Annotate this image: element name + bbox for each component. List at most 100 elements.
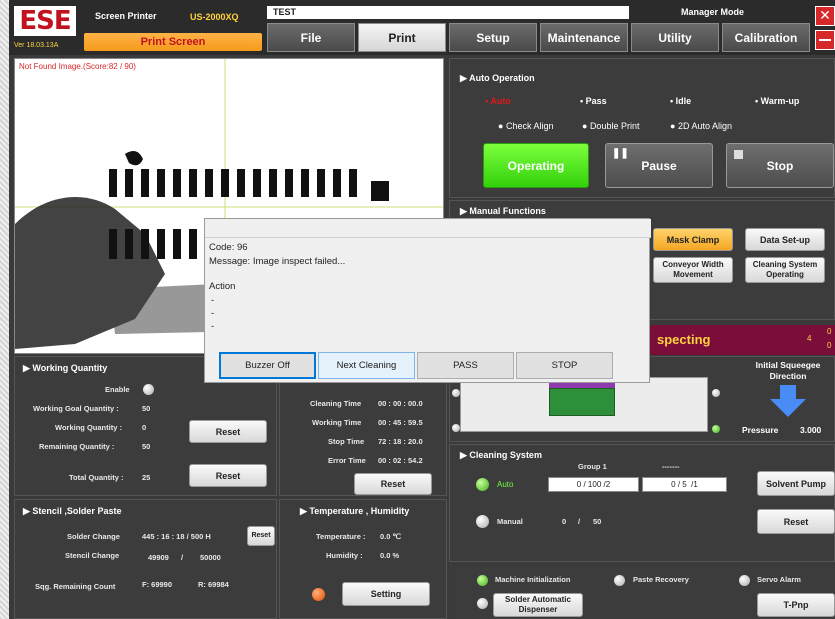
minimize-icon[interactable] (815, 30, 835, 50)
paste-recovery-indicator (614, 575, 625, 586)
goal-label: Working Goal Quantity : (33, 404, 119, 413)
working-label: Working Quantity : (55, 423, 122, 432)
inspecting-bottom: 0 (827, 341, 832, 350)
page-background-left (0, 0, 9, 619)
manual-functions-title: ▶ Manual Functions (460, 206, 546, 216)
working-time-label: Working Time (312, 418, 362, 427)
squeegee-direction-title: Initial Squeegee Direction (755, 360, 821, 381)
dialog-titlebar (205, 219, 651, 238)
board-sensor-left-bottom (452, 424, 460, 432)
setting-button[interactable]: Setting (342, 582, 430, 606)
buzzer-off-button[interactable]: Buzzer Off (219, 352, 316, 379)
auto-radio[interactable] (476, 478, 489, 491)
dialog-stop-button[interactable]: STOP (516, 352, 613, 379)
cleaning-time-value: 00 : 00 : 00.0 (378, 399, 423, 408)
mask-clamp-button[interactable]: Mask Clamp (653, 228, 733, 251)
auto-operation-title: ▶ Auto Operation (460, 73, 535, 83)
dialog-action-label: Action (209, 281, 236, 292)
remaining-label: Remaining Quantity : (39, 442, 115, 451)
dialog-message: Message: Image inspect failed... (209, 256, 346, 267)
temperature-label: Temperature : (316, 532, 366, 541)
time-reset-button[interactable]: Reset (354, 473, 432, 495)
total-reset-button[interactable]: Reset (189, 464, 267, 487)
humidity-label: Humidity : (326, 551, 363, 560)
group2-counter[interactable]: 0 / 5 /1 (642, 477, 727, 492)
cleaning-system-title: ▶ Cleaning System (460, 450, 542, 460)
machine-init-label: Machine Initialization (495, 575, 571, 584)
option-auto[interactable]: • Auto (485, 96, 511, 106)
paste-recovery-label: Paste Recovery (633, 575, 689, 584)
close-icon[interactable]: ✕ (815, 6, 835, 26)
board-preview (460, 377, 708, 432)
pcb-board (549, 388, 615, 416)
board-sensor-right (712, 389, 720, 397)
ese-logo: ESE Ver 18.03.13A (12, 4, 78, 50)
working-time-value: 00 : 45 : 59.5 (378, 418, 423, 427)
servo-alarm-indicator (739, 575, 750, 586)
pass-button[interactable]: PASS (417, 352, 514, 379)
tab-utility[interactable]: Utility (631, 23, 719, 52)
tab-print[interactable]: Print (358, 23, 446, 52)
inspecting-top: 0 (827, 327, 832, 336)
version-label: Ver 18.03.13A (14, 42, 59, 49)
pressure-value: 3.000 (800, 425, 822, 435)
tab-setup[interactable]: Setup (449, 23, 537, 52)
board-sensor-left (452, 389, 460, 397)
2d-auto-align-option[interactable]: ● 2D Auto Align (670, 121, 732, 131)
stencil-change-max: 50000 (200, 553, 221, 562)
job-name: TEST (267, 6, 629, 19)
screen-printer-app: ESE Ver 18.03.13A Screen Printer US-2000… (9, 0, 835, 619)
manual-count: 0 (562, 517, 567, 526)
temperature-panel: ▶ Temperature , Humidity Temperature : 0… (279, 499, 447, 619)
stencil-title: ▶ Stencil ,Solder Paste (23, 506, 122, 516)
board-sensor-right-bottom (712, 425, 720, 433)
dialog-action-line-3: - (211, 321, 215, 332)
solder-dispenser-button[interactable]: Solder Automatic Dispenser (493, 593, 583, 617)
group1-label: Group 1 (578, 462, 607, 471)
error-time-value: 00 : 02 : 54.2 (378, 456, 423, 465)
inspecting-banner: specting 4 0 0 (649, 325, 835, 355)
tab-calibration[interactable]: Calibration (722, 23, 810, 52)
tpnp-button[interactable]: T-Pnp (757, 593, 835, 617)
machine-init-indicator (477, 575, 488, 586)
inspecting-text: specting (657, 332, 711, 347)
operating-button[interactable]: Operating (483, 143, 589, 188)
manual-radio[interactable] (476, 515, 489, 528)
error-time-label: Error Time (328, 456, 366, 465)
stop-button[interactable]: Stop (726, 143, 834, 188)
servo-alarm-label: Servo Alarm (757, 575, 801, 584)
sqg-remaining-label: Sqg. Remaining Count (35, 582, 116, 591)
double-print-option[interactable]: ● Double Print (582, 121, 639, 131)
manual-count-max: 50 (593, 517, 602, 526)
stencil-panel: ▶ Stencil ,Solder Paste Solder Change 44… (14, 499, 277, 619)
next-cleaning-button[interactable]: Next Cleaning (318, 352, 415, 379)
option-warm-up[interactable]: • Warm-up (755, 96, 799, 106)
sqg-front-value: F: 69990 (142, 580, 173, 589)
group1-counter[interactable]: 0 / 100 /2 (548, 477, 639, 492)
header-bar: ESE Ver 18.03.13A Screen Printer US-2000… (9, 0, 835, 55)
cleaning-reset-button[interactable]: Reset (757, 509, 835, 534)
data-setup-button[interactable]: Data Set-up (745, 228, 825, 251)
solvent-pump-button[interactable]: Solvent Pump (757, 471, 835, 496)
inspecting-count: 4 (807, 334, 812, 343)
working-reset-button[interactable]: Reset (189, 420, 267, 443)
conveyor-width-button[interactable]: Conveyor Width Movement (653, 257, 733, 283)
tab-maintenance[interactable]: Maintenance (540, 23, 628, 52)
enable-toggle[interactable] (143, 384, 154, 395)
stop-icon (734, 150, 743, 159)
tab-file[interactable]: File (267, 23, 355, 52)
working-value: 0 (142, 423, 147, 432)
cleaning-operating-button[interactable]: Cleaning System Operating (745, 257, 825, 283)
option-idle[interactable]: • Idle (670, 96, 691, 106)
cleaning-system-panel: ▶ Cleaning System Group 1 ------- Auto 0… (449, 444, 835, 562)
mode-label: Manager Mode (681, 7, 745, 17)
app-name: Screen Printer (95, 11, 157, 21)
solder-reset-button[interactable]: Reset (247, 526, 275, 546)
stop-time-value: 72 : 18 : 20.0 (378, 437, 423, 446)
pause-icon: ❚❚ (612, 148, 629, 159)
error-dialog: Code: 96 Message: Image inspect failed..… (204, 218, 651, 383)
option-pass[interactable]: • Pass (580, 96, 607, 106)
total-label: Total Quantity : (69, 473, 124, 482)
pause-button[interactable]: ❚❚ Pause (605, 143, 713, 188)
check-align-option[interactable]: ● Check Align (498, 121, 553, 131)
